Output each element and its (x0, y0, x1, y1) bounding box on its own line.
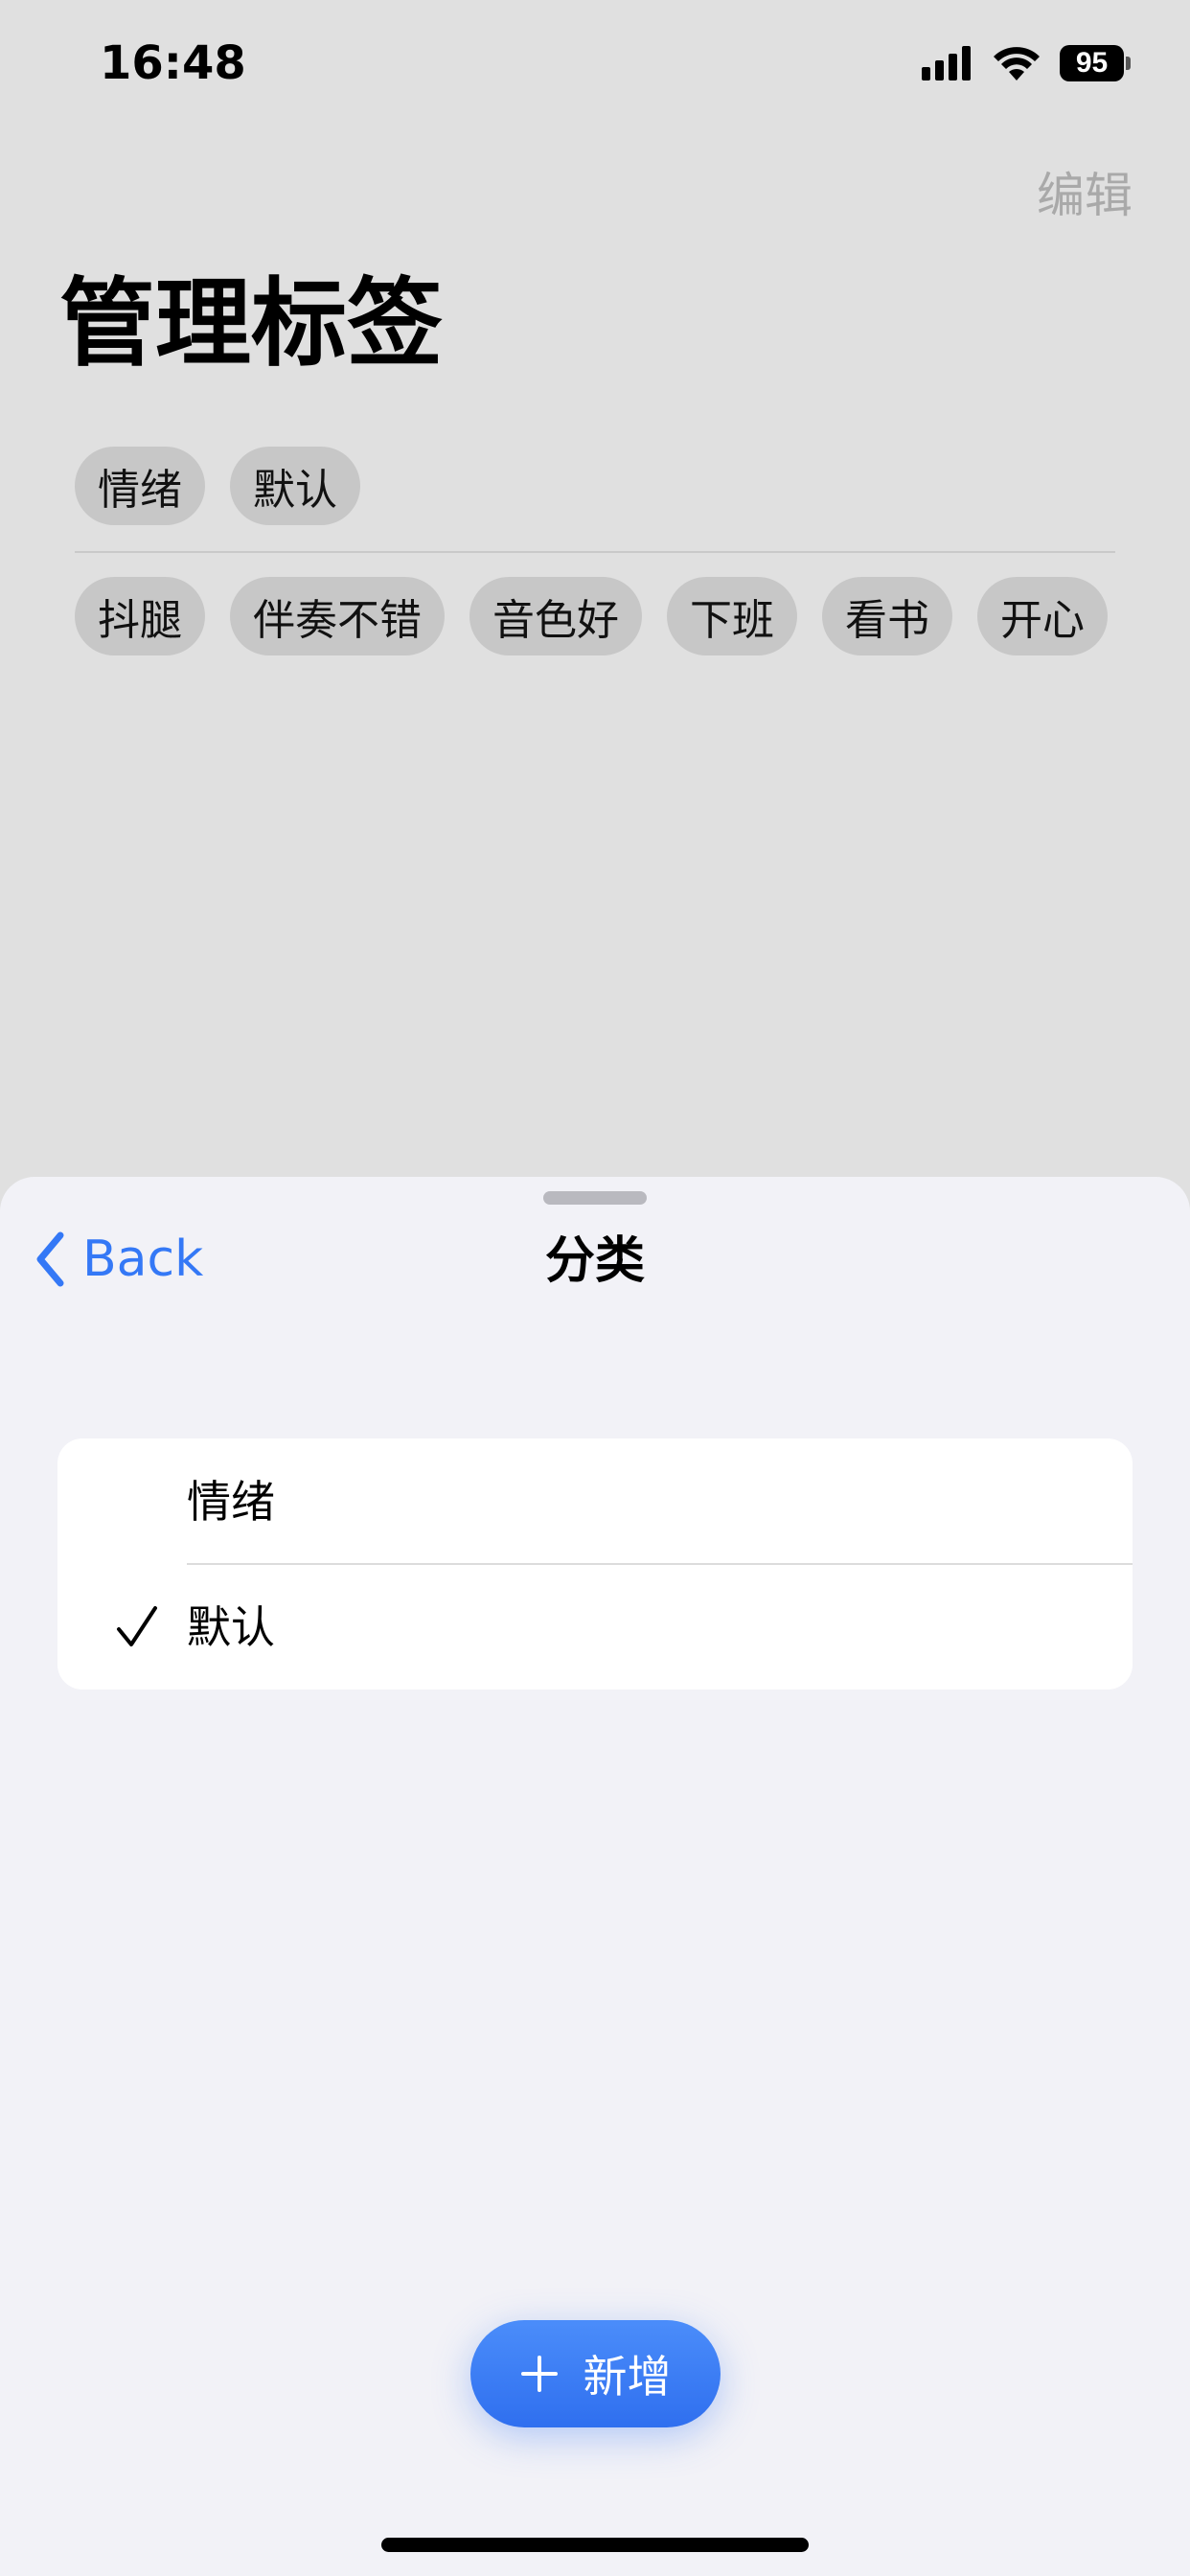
category-tag[interactable]: 情绪 (75, 447, 205, 525)
tag-chip[interactable]: 抖腿 (75, 577, 205, 656)
cellular-signal-icon (922, 46, 971, 80)
category-label: 默认 (187, 1601, 275, 1653)
tag-chip[interactable]: 音色好 (469, 577, 642, 656)
tag-chip[interactable]: 下班 (667, 577, 797, 656)
background-page: 16:48 95 编辑 管理标签 情绪 默认 抖腿 伴奏不错 音色好 下班 看书… (0, 0, 1190, 1188)
page-title: 管理标签 (59, 267, 443, 380)
category-label: 情绪 (187, 1476, 275, 1528)
battery-tip (1126, 57, 1131, 70)
tags-divider (75, 551, 1115, 553)
category-row[interactable]: 情绪 (57, 1438, 1133, 1565)
wifi-icon (994, 47, 1040, 80)
category-row-selected[interactable]: 默认 (57, 1564, 1133, 1690)
status-bar: 16:48 95 (0, 0, 1190, 130)
category-tag[interactable]: 默认 (230, 447, 360, 525)
back-label: Back (82, 1230, 204, 1288)
edit-button[interactable]: 编辑 (1037, 157, 1133, 226)
add-button[interactable]: 新增 (470, 2320, 721, 2427)
sheet-grabber[interactable] (543, 1191, 647, 1205)
status-time: 16:48 (100, 36, 246, 90)
chevron-left-icon (36, 1231, 64, 1287)
battery-icon: 95 (1060, 44, 1131, 82)
category-list: 情绪 默认 (57, 1438, 1133, 1690)
plus-icon (520, 2356, 558, 2392)
status-icons: 95 (922, 42, 1131, 84)
back-button[interactable]: Back (34, 1230, 203, 1288)
tag-chip[interactable]: 开心 (977, 577, 1108, 656)
home-indicator (381, 2538, 809, 2552)
add-label: 新增 (583, 2351, 672, 2403)
battery-level: 95 (1060, 45, 1125, 81)
tag-chip[interactable]: 伴奏不错 (230, 577, 445, 656)
checkmark-icon (117, 1606, 157, 1646)
category-sheet: Back 分类 情绪 默认 新增 (0, 1177, 1190, 2576)
tag-list: 抖腿 伴奏不错 音色好 下班 看书 开心 (75, 577, 1119, 656)
tag-chip[interactable]: 看书 (822, 577, 952, 656)
category-tag-row: 情绪 默认 (75, 447, 1119, 525)
